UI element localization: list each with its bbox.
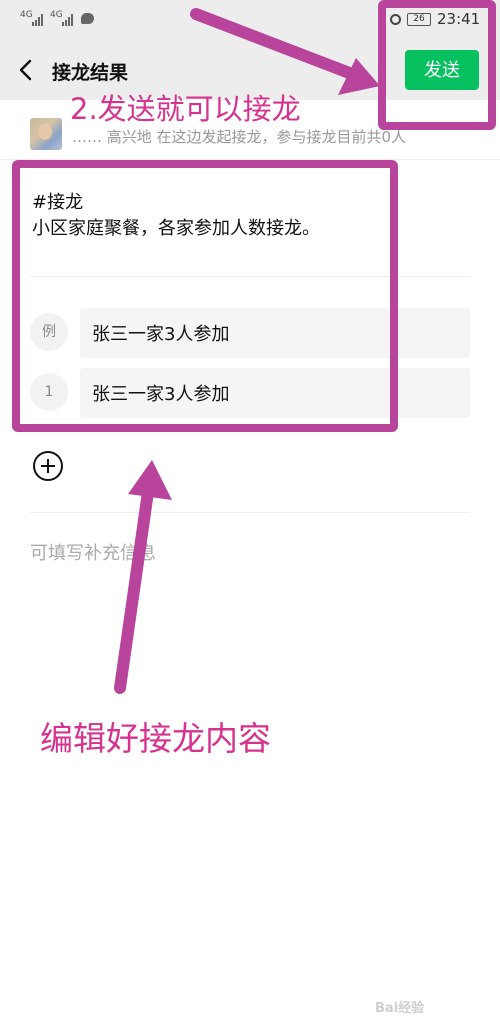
divider: [30, 276, 470, 277]
watermark-text: Bai经验: [375, 1001, 425, 1016]
page-title: 接龙结果: [52, 62, 129, 84]
avatar: [30, 118, 62, 150]
battery-icon: 26: [407, 13, 431, 26]
edit-hint-annotation: 编辑好接龙内容: [40, 719, 271, 758]
example-badge: 例: [30, 313, 68, 351]
chat-notification-icon: [81, 13, 94, 24]
network-label-2: 4G: [50, 10, 63, 20]
alarm-icon: [390, 14, 401, 25]
entry-input[interactable]: [80, 368, 470, 418]
send-button[interactable]: 发送: [405, 50, 479, 90]
network-label-1: 4G: [20, 10, 33, 20]
initiator-text: …… 高兴地 在这边发起接龙，参与接龙目前共0人: [72, 128, 407, 146]
signal-icon: [62, 14, 76, 26]
signal-icon: [32, 14, 46, 26]
status-bar: 4G 4G 26 23:41: [0, 0, 500, 40]
status-time: 23:41: [437, 10, 481, 28]
example-entry-row: 例: [30, 308, 470, 358]
divider: [30, 512, 470, 513]
back-icon[interactable]: [16, 58, 36, 82]
watermark: Bai经验: [355, 985, 495, 1025]
solitaire-content-input[interactable]: #接龙 小区家庭聚餐，各家参加人数接龙。: [32, 190, 377, 270]
entry-number-badge: 1: [30, 373, 68, 411]
example-entry-input[interactable]: [80, 308, 470, 358]
add-entry-button[interactable]: [33, 451, 63, 481]
supplement-input[interactable]: [30, 538, 470, 568]
entry-row: 1: [30, 368, 470, 418]
send-hint-annotation: 2.发送就可以接龙: [70, 92, 301, 126]
